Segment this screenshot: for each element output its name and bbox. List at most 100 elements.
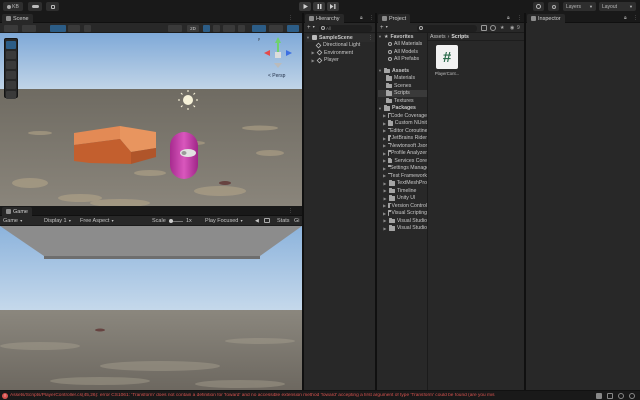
step-button[interactable] [327,2,339,11]
progress-icon[interactable] [596,392,602,399]
grid-snap-button[interactable] [50,24,66,32]
more-options-icon[interactable]: ⋮ [369,15,374,21]
effects-dropdown[interactable] [223,24,235,32]
aspect-dropdown[interactable]: Free Aspect ▼ [80,218,114,224]
package-item[interactable]: ▶ Settings Manager [378,165,427,173]
package-item[interactable]: ▶ Visual Studio [378,217,427,225]
more-options-icon[interactable]: ⋮ [368,35,373,41]
hidden-objects-toggle[interactable] [238,24,245,32]
camera-settings-dropdown[interactable] [252,24,266,32]
package-item[interactable]: ▶ Timeline [378,187,427,195]
package-item[interactable]: ▶ Unity UI [378,195,427,203]
tab-inspector[interactable]: Inspector [527,14,565,23]
hand-tool-icon[interactable] [6,41,16,49]
hierarchy-search-input[interactable]: All [319,24,372,32]
cloud-button[interactable] [28,2,42,11]
project-search-input[interactable] [417,24,477,32]
snap-settings-button[interactable] [84,24,91,32]
status-bar[interactable]: ! Assets/Scripts/PlayerController.cs(45,… [0,390,640,400]
rotate-tool-icon[interactable] [6,61,16,69]
orientation-gizmo[interactable]: y < Persp [258,35,298,83]
scene-search-button[interactable] [287,24,299,32]
game-viewport[interactable] [0,226,302,390]
build-icon[interactable] [607,392,613,399]
rect-tool-icon[interactable] [6,81,16,89]
package-item[interactable]: ▶ Editor Coroutines [378,127,427,135]
lock-icon[interactable]: 🔒︎ [624,15,627,21]
package-item[interactable]: ▶ JetBrains Rider [378,135,427,143]
package-item[interactable]: ▶ Custom NUnit [378,120,427,128]
hierarchy-item[interactable]: ▶ Environment [306,49,375,57]
package-item[interactable]: ▶ Newtonsoft Json [378,142,427,150]
hierarchy-item[interactable]: ▶ Player [306,57,375,65]
more-options-icon[interactable]: ⋮ [288,208,293,214]
view-2d-toggle[interactable]: 2D [187,24,199,32]
asset-folder-item[interactable]: Textures [378,97,427,105]
more-options-icon[interactable]: ⋮ [288,15,293,21]
asset-folder-item[interactable]: Scenes [378,82,427,90]
persp-label[interactable]: < Persp [268,73,285,79]
favorite-item[interactable]: All Prefabs [378,56,427,64]
account-button[interactable]: KB [3,2,23,11]
favorites-header[interactable]: ▼ ★ Favorites [378,33,427,41]
layout-dropdown[interactable]: Layout ▼ [599,2,636,11]
assets-header[interactable]: ▼ Assets [378,67,427,75]
star-icon[interactable]: ★ [500,25,504,31]
hidden-packages-icon[interactable]: ◉ [510,25,514,31]
breadcrumb-current[interactable]: Scripts [451,34,469,40]
project-add-button[interactable]: + [380,25,384,31]
favorite-item[interactable]: All Models [378,48,427,56]
frame-debugger-icon[interactable] [264,218,270,223]
display-dropdown[interactable]: Display 1 ▼ [44,218,72,224]
gizmos-button[interactable]: Gi [294,218,302,224]
package-item[interactable]: ▶ Visual Studio [378,225,427,233]
more-options-icon[interactable]: ⋮ [633,15,638,21]
scene-root-item[interactable]: ▼ SampleScene ⋮ [306,34,375,42]
tool-handle-dropdown[interactable] [4,24,18,32]
transform-tool-icon[interactable] [6,91,16,99]
tab-project[interactable]: Project [378,14,411,23]
scale-tool-icon[interactable] [6,71,16,79]
asset-folder-item[interactable]: Materials [378,75,427,83]
speaker-icon[interactable]: ◀ [255,218,259,224]
move-tool-icon[interactable] [6,51,16,59]
play-button[interactable] [299,2,311,11]
hierarchy-item[interactable]: Directional Light [306,42,375,50]
favorite-item[interactable]: All Materials [378,41,427,49]
scale-slider-handle[interactable] [169,218,173,223]
filter-label-icon[interactable] [490,24,496,31]
stats-button[interactable]: Stats [277,218,290,224]
console-error-message[interactable]: Assets/Scripts/PlayerController.cs(45,26… [10,393,578,398]
increment-snap-button[interactable] [68,24,80,32]
shading-mode-dropdown[interactable] [168,24,182,32]
layers-dropdown[interactable]: Layers ▼ [563,2,596,11]
tab-hierarchy[interactable]: Hierarchy [305,14,344,23]
package-item[interactable]: ▶ Profile Analyzer [378,150,427,158]
notification-icon[interactable] [629,392,635,399]
package-item[interactable]: ▶ Version Control [378,202,427,210]
package-item[interactable]: ▶ Services Core [378,157,427,165]
scale-slider[interactable] [169,218,183,223]
asset-file-tile[interactable]: # PlayerCont... [434,45,460,76]
package-item[interactable]: ▶ Visual Scripting [378,210,427,218]
pivot-dropdown[interactable] [22,24,36,32]
package-item[interactable]: ▶ TextMeshPro [378,180,427,188]
game-mode-dropdown[interactable]: Game ▼ [3,218,23,224]
pause-button[interactable] [313,2,325,11]
lock-icon[interactable]: 🔒︎ [360,15,363,21]
more-options-icon[interactable]: ⋮ [517,15,522,21]
package-item[interactable]: ▶ Code Coverage [378,112,427,120]
scene-viewport[interactable]: y < Persp [0,33,302,206]
packages-header[interactable]: ▼ Packages [378,105,427,113]
filter-type-icon[interactable] [481,24,487,31]
package-item[interactable]: ▶ Test Framework [378,172,427,180]
history-button[interactable] [533,2,544,11]
breadcrumb-root[interactable]: Assets [430,34,446,40]
hierarchy-add-button[interactable]: + [307,25,311,31]
lighting-toggle[interactable] [203,24,210,32]
tab-game[interactable]: Game [2,207,32,216]
gizmos-dropdown[interactable] [269,24,283,32]
debug-mode-icon[interactable] [618,392,624,399]
lock-icon[interactable]: 🔒︎ [507,15,510,21]
asset-folder-item-selected[interactable]: Scripts [378,89,427,97]
